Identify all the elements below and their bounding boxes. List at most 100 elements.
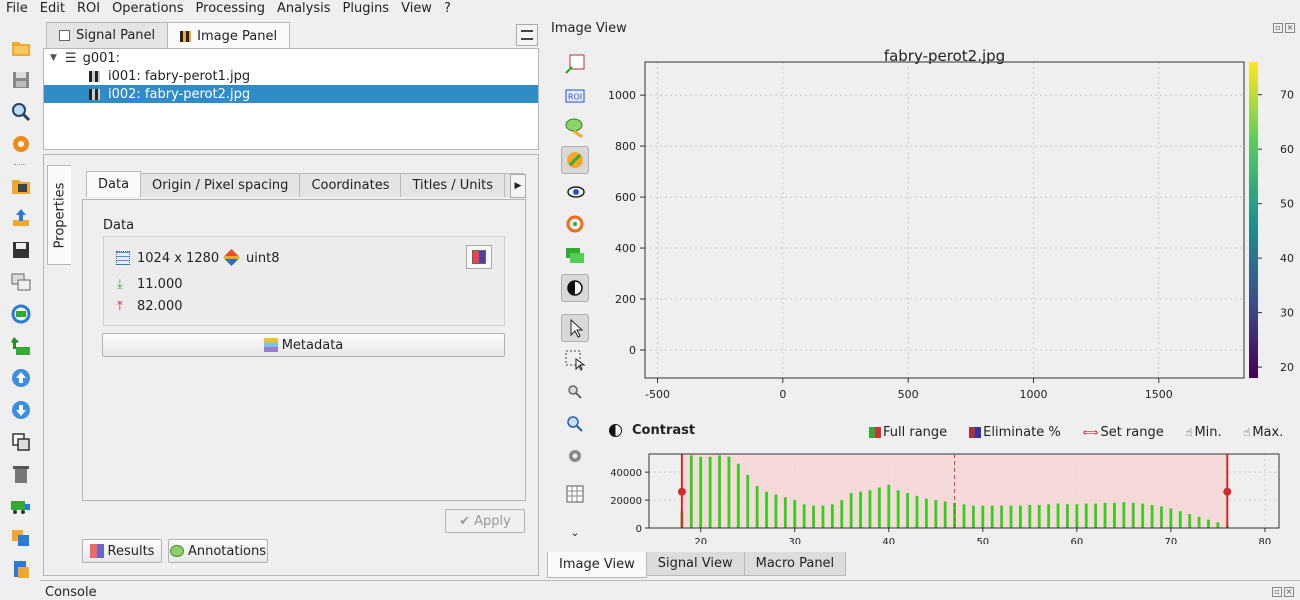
save-icon[interactable] [9, 68, 33, 92]
settings-gear-icon[interactable] [9, 132, 33, 156]
copy-icon[interactable] [9, 430, 33, 454]
plot-settings-icon[interactable] [561, 442, 589, 470]
contrast-panel-icon[interactable] [561, 274, 589, 302]
interference-ring [819, 96, 1047, 324]
move-down-icon[interactable] [9, 398, 33, 422]
eliminate-percent-button[interactable]: Eliminate % [969, 425, 1061, 440]
colorbar-tick-label: 40 [1280, 252, 1294, 265]
y-tick-label: 20000 [610, 496, 642, 507]
menu-processing[interactable]: Processing [190, 0, 271, 18]
roi-icon[interactable]: ROI [561, 82, 589, 110]
duplicate-icon[interactable] [9, 270, 33, 294]
object-tree: ▼ ☰ g001: i001: fabry-perot1.jpg i002: f… [43, 48, 539, 150]
menu-edit[interactable]: Edit [34, 0, 71, 18]
metadata-icon [263, 338, 278, 352]
histogram-bar [1178, 511, 1182, 528]
toolbar-overflow-chevron-icon[interactable]: ⌄ [561, 518, 589, 546]
copy-image-icon[interactable] [9, 526, 33, 550]
transfer-icon[interactable] [9, 494, 33, 518]
data-tab-pane: Data 1024 x 1280 uint8 ⤓ 11.000 ⤒ 82.000… [82, 199, 526, 501]
zoom-search-icon[interactable] [9, 100, 33, 124]
rect-select-icon[interactable] [561, 346, 589, 374]
tab-signal-panel[interactable]: Signal Panel [46, 22, 169, 48]
save-image-icon[interactable] [9, 238, 33, 262]
annotations-icon [169, 545, 184, 557]
select-pointer-icon[interactable] [561, 314, 589, 342]
histogram-bar [906, 493, 909, 528]
histogram-bar [1197, 516, 1201, 528]
paste-image-icon[interactable] [9, 558, 33, 582]
x-tick-label: 20 [694, 537, 707, 544]
histogram-bar [812, 505, 815, 528]
y-tick-label: 1000 [608, 89, 636, 102]
tree-item-i002[interactable]: i002: fabry-perot2.jpg [44, 85, 538, 103]
grid-icon[interactable] [561, 480, 589, 508]
annotation-tool-icon[interactable] [561, 114, 589, 142]
min-button[interactable]: ☝ Min. [1186, 425, 1222, 440]
full-range-button[interactable]: Full range [869, 425, 947, 440]
tab-titles-units[interactable]: Titles / Units [400, 173, 505, 197]
tree-item-i001[interactable]: i001: fabry-perot1.jpg [44, 67, 538, 85]
image-plot[interactable]: fabry-perot2.jpg -500 0 500 1000 15000200400… [597, 40, 1300, 410]
results-icon [89, 544, 104, 558]
histogram-bar [971, 505, 975, 528]
float-icon[interactable]: ▫ [1273, 23, 1283, 33]
results-button[interactable]: Results [82, 539, 162, 563]
histogram-bar [962, 504, 966, 528]
comments-icon[interactable] [561, 242, 589, 270]
move-up-icon[interactable] [9, 366, 33, 390]
close-icon[interactable]: × [1285, 23, 1295, 33]
tab-image-panel[interactable]: Image Panel [167, 22, 291, 50]
tab-properties[interactable]: Properties [47, 165, 71, 265]
max-button[interactable]: ☝ Max. [1244, 425, 1284, 440]
tab-data[interactable]: Data [86, 171, 142, 197]
tab-macro-panel[interactable]: Macro Panel [743, 552, 847, 576]
tab-image-view[interactable]: Image View [547, 552, 647, 578]
tab-scroll-right-icon[interactable]: ▶ [510, 174, 526, 198]
contrast-histogram[interactable]: 20 30 40 50 60 70 80 0 20000 40000 [602, 446, 1292, 544]
signal-icon [59, 30, 70, 41]
histogram-bar [859, 491, 862, 528]
refresh-icon[interactable] [9, 302, 33, 326]
eye-view-icon[interactable] [561, 178, 589, 206]
metadata-button[interactable]: Metadata [102, 333, 505, 357]
upload-icon[interactable] [9, 206, 33, 230]
tree-group-g001[interactable]: ▼ ☰ g001: [44, 49, 538, 67]
menu-file[interactable]: File [0, 0, 34, 18]
histogram-bar [1084, 503, 1088, 528]
menu-roi[interactable]: ROI [71, 0, 106, 18]
histogram-bar [943, 501, 947, 528]
menu-operations[interactable]: Operations [106, 0, 189, 18]
menu-view[interactable]: View [395, 0, 438, 18]
full-range-icon [869, 427, 881, 438]
open-folder-icon[interactable] [9, 36, 33, 60]
histogram-bar [924, 498, 928, 528]
x-tick-label: -500 [645, 388, 670, 401]
expand-chevron-icon[interactable]: ▼ [50, 53, 57, 63]
sync-icon[interactable] [561, 210, 589, 238]
data-view-button[interactable] [466, 245, 492, 269]
zoom-fit-icon[interactable] [561, 410, 589, 438]
histogram-bar [727, 456, 731, 528]
tab-signal-view[interactable]: Signal View [645, 552, 745, 576]
apply-button[interactable]: ✔ Apply [445, 509, 525, 533]
panel-menu-button[interactable] [516, 24, 538, 46]
contrast-tool-icon[interactable] [561, 146, 589, 174]
tab-origin-pixel-spacing[interactable]: Origin / Pixel spacing [140, 173, 301, 197]
menu-plugins[interactable]: Plugins [337, 0, 396, 18]
tab-coordinates[interactable]: Coordinates [299, 173, 402, 197]
menu-analysis[interactable]: Analysis [271, 0, 337, 18]
histogram-bar [1056, 503, 1060, 528]
new-plot-icon[interactable] [561, 50, 589, 78]
open-image-icon[interactable] [9, 174, 33, 198]
svg-text:ROI: ROI [568, 93, 582, 102]
delete-trash-icon[interactable] [9, 462, 33, 486]
menu-bar: File Edit ROI Operations Processing Anal… [0, 0, 1300, 18]
set-range-icon: ⟺ [1082, 426, 1099, 439]
zoom-icon[interactable] [561, 378, 589, 406]
menu-help[interactable]: ? [438, 0, 457, 18]
import-icon[interactable] [9, 334, 33, 358]
data-info-box: 1024 x 1280 uint8 ⤓ 11.000 ⤒ 82.000 [103, 236, 505, 326]
annotations-button[interactable]: Annotations [168, 539, 268, 563]
set-range-button[interactable]: ⟺ Set range [1083, 425, 1164, 440]
